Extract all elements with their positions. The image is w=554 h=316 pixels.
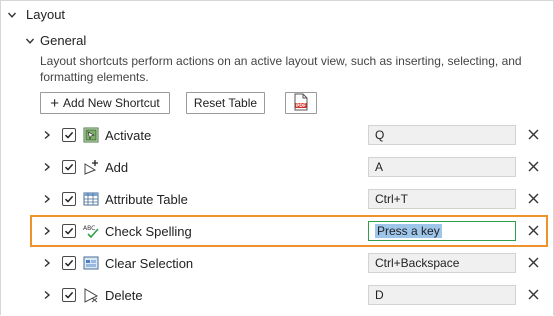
- shortcut-label: Activate: [105, 127, 152, 143]
- chevron-right-icon[interactable]: [40, 162, 54, 172]
- chevron-right-icon[interactable]: [40, 194, 54, 204]
- subsection-general[interactable]: General: [24, 33, 86, 48]
- activate-icon: [82, 126, 100, 144]
- close-icon[interactable]: [526, 287, 540, 301]
- shortcut-key-field[interactable]: Ctrl+Backspace: [368, 253, 516, 273]
- close-icon[interactable]: [526, 159, 540, 173]
- active-row-highlight: [30, 215, 548, 247]
- attribute-table-icon: [82, 190, 100, 208]
- close-icon[interactable]: [526, 191, 540, 205]
- add-shortcut-label: Add New Shortcut: [63, 96, 160, 110]
- close-icon[interactable]: [526, 127, 540, 141]
- add-element-icon: [82, 158, 100, 176]
- chevron-right-icon[interactable]: [40, 258, 54, 268]
- section-description: Layout shortcuts perform actions on an a…: [40, 54, 522, 84]
- add-shortcut-button[interactable]: + Add New Shortcut: [40, 92, 170, 114]
- shortcut-key-field[interactable]: D: [368, 285, 516, 305]
- shortcut-row[interactable]: Activate Q: [36, 120, 548, 150]
- shortcut-row[interactable]: Clear Selection Ctrl+Backspace: [36, 248, 548, 278]
- shortcut-key-field[interactable]: Ctrl+T: [368, 189, 516, 209]
- reset-table-label: Reset Table: [193, 96, 258, 110]
- shortcut-checkbox[interactable]: [62, 128, 76, 142]
- chevron-down-icon[interactable]: [24, 35, 36, 47]
- subsection-title: General: [40, 33, 87, 48]
- svg-text:PDF: PDF: [296, 103, 306, 109]
- chevron-right-icon[interactable]: [40, 290, 54, 300]
- shortcut-checkbox[interactable]: [62, 256, 76, 270]
- close-icon[interactable]: [526, 255, 540, 269]
- clear-selection-icon: [82, 254, 100, 272]
- shortcut-key-field[interactable]: Q: [368, 125, 516, 145]
- shortcut-checkbox[interactable]: [62, 288, 76, 302]
- section-layout[interactable]: Layout: [6, 7, 65, 22]
- chevron-right-icon[interactable]: [40, 130, 54, 140]
- plus-icon: +: [50, 94, 60, 112]
- shortcut-key-field[interactable]: A: [368, 157, 516, 177]
- delete-element-icon: [82, 286, 100, 304]
- pdf-export-icon: PDF: [292, 93, 310, 114]
- shortcut-label: Add: [105, 159, 129, 175]
- shortcut-checkbox[interactable]: [62, 192, 76, 206]
- shortcut-checkbox[interactable]: [62, 160, 76, 174]
- reset-table-button[interactable]: Reset Table: [186, 92, 265, 114]
- shortcut-row[interactable]: Attribute Table Ctrl+T: [36, 184, 548, 214]
- shortcut-label: Delete: [105, 287, 143, 303]
- shortcut-row[interactable]: Delete D: [36, 280, 548, 310]
- shortcut-label: Attribute Table: [105, 191, 188, 207]
- shortcut-label: Clear Selection: [105, 255, 194, 271]
- shortcut-row[interactable]: Add A: [36, 152, 548, 182]
- pdf-export-button[interactable]: PDF: [285, 92, 317, 114]
- section-title: Layout: [26, 7, 66, 22]
- chevron-down-icon[interactable]: [6, 9, 18, 21]
